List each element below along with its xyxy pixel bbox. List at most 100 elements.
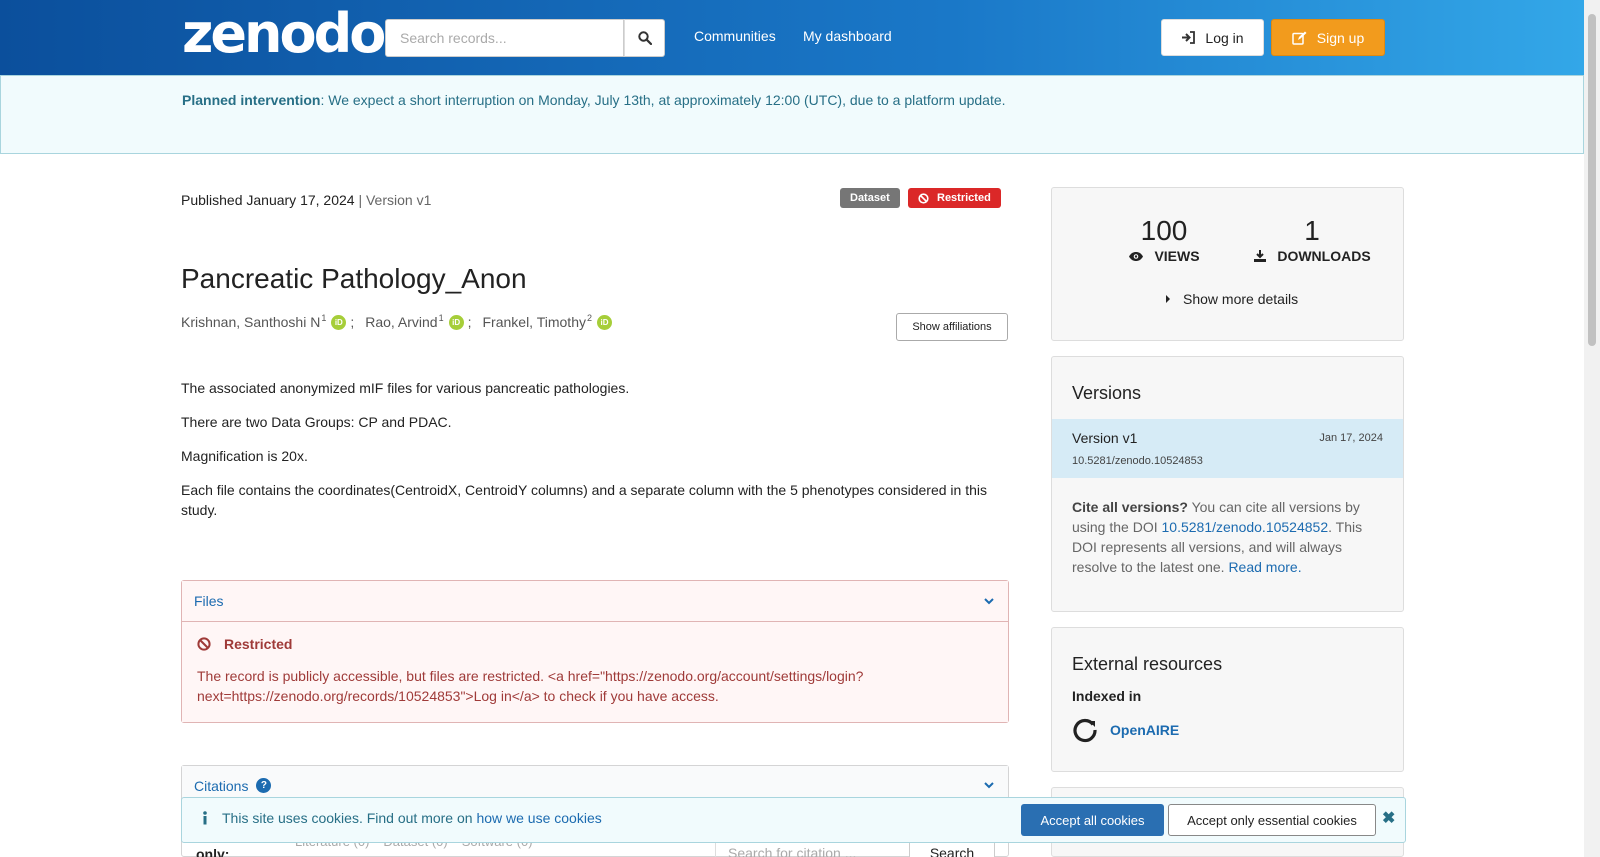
downloads-stat: 1 DOWNLOADS (1242, 216, 1382, 264)
download-icon (1254, 250, 1267, 262)
banner-bold: Planned intervention (182, 92, 321, 108)
show-more-details-toggle[interactable]: Show more details (1165, 291, 1298, 307)
show-more-details-label: Show more details (1183, 291, 1299, 307)
versions-title: Versions (1072, 383, 1142, 403)
show-affiliations-button[interactable]: Show affiliations (896, 313, 1008, 341)
cookie-text: This site uses cookies. Find out more on (222, 810, 477, 826)
downloads-count: 1 (1304, 215, 1320, 246)
author-separator: ; (350, 314, 355, 330)
ban-icon (918, 192, 929, 204)
files-accordion-header[interactable]: Files (182, 581, 1008, 622)
openaire-link[interactable]: OpenAIRE (1110, 722, 1179, 738)
stats-card: 100 VIEWS 1 DOWNLOADS Show more details (1051, 187, 1404, 341)
version-item[interactable]: Version v1 Jan 17, 2024 10.5281/zenodo.1… (1052, 419, 1403, 478)
cite-all-bold: Cite all versions? (1072, 499, 1188, 515)
ban-icon (197, 637, 211, 651)
banner-message: Planned intervention: We expect a short … (182, 92, 1006, 108)
author-item[interactable]: Rao, Arvind 1 iD (365, 313, 467, 330)
citations-filter-label: only: (196, 846, 230, 857)
author-item[interactable]: Krishnan, Santhoshi N 1 iD (181, 313, 350, 330)
eye-icon (1129, 251, 1144, 261)
files-title: Files (194, 593, 224, 609)
description-paragraph: Each file contains the coordinates(Centr… (181, 482, 987, 518)
author-separator: ; (467, 314, 472, 330)
question-circle-icon[interactable]: ? (256, 778, 272, 793)
openaire-item: OpenAIRE (1072, 717, 1179, 743)
chevron-down-icon (984, 782, 994, 789)
affiliation-number: 1 (321, 313, 327, 323)
restricted-text: The record is publicly accessible, but f… (197, 668, 864, 704)
close-icon[interactable]: ✖ (1382, 808, 1395, 828)
top-header: zenodo Communities My dashboard Log in S… (0, 0, 1584, 75)
search-input[interactable] (385, 19, 624, 57)
versions-card: Versions Version v1 Jan 17, 2024 10.5281… (1051, 356, 1404, 612)
cookie-banner: This site uses cookies. Find out more on… (181, 797, 1406, 843)
restricted-label: Restricted (224, 636, 293, 652)
description-paragraph: The associated anonymized mIF files for … (181, 380, 630, 396)
banner-text: : We expect a short interruption on Mond… (320, 92, 1006, 108)
creators-list: Krishnan, Santhoshi N 1 iD; Rao, Arvind 1 iD… (181, 313, 617, 330)
affiliation-number: 2 (586, 313, 592, 323)
search-button[interactable] (624, 19, 665, 57)
concept-doi-link[interactable]: 10.5281/zenodo.10524852 (1162, 519, 1329, 535)
chevron-down-icon (984, 597, 994, 604)
info-icon (203, 811, 207, 825)
orcid-icon[interactable]: iD (597, 314, 612, 330)
version-date: Jan 17, 2024 (1319, 432, 1383, 444)
orcid-icon[interactable]: iD (331, 314, 347, 330)
downloads-label: DOWNLOADS (1277, 248, 1371, 264)
description-paragraph: Magnification is 20x. (181, 448, 308, 464)
record-title: Pancreatic Pathology_Anon (181, 263, 527, 294)
edit-icon (1292, 31, 1307, 45)
indexed-in-label: Indexed in (1072, 688, 1142, 704)
views-stat: 100 VIEWS (1114, 216, 1214, 264)
author-name[interactable]: Rao, Arvind (365, 314, 437, 330)
citations-title-wrap: Citations ? (194, 777, 272, 794)
orcid-icon[interactable]: iD (448, 314, 464, 330)
caret-right-icon (1166, 295, 1170, 303)
citations-title: Citations (194, 777, 249, 794)
description-paragraph: There are two Data Groups: CP and PDAC. (181, 414, 452, 430)
views-count: 100 (1140, 215, 1188, 246)
openaire-logo-icon (1073, 718, 1097, 743)
files-panel: Files Restricted The record is publicly … (181, 580, 1009, 723)
login-button[interactable]: Log in (1161, 19, 1264, 56)
author-name[interactable]: Krishnan, Santhoshi N (181, 314, 320, 330)
record-description: The associated anonymized mIF files for … (181, 378, 1011, 534)
affiliation-number: 1 (438, 313, 444, 323)
cookie-policy-link[interactable]: how we use cookies (476, 810, 601, 826)
signup-label: Sign up (1316, 29, 1365, 46)
external-resources-title: External resources (1072, 654, 1223, 674)
search-icon (637, 31, 652, 45)
author-item[interactable]: Frankel, Timothy 2 iD (483, 313, 617, 330)
version-label: | Version v1 (358, 192, 432, 208)
published-date: Published January 17, 2024 (181, 192, 355, 208)
restricted-header: Restricted (197, 636, 993, 652)
read-more-link[interactable]: Read more. (1228, 559, 1301, 575)
cite-all-versions: Cite all versions? You can cite all vers… (1072, 497, 1387, 577)
scrollbar-thumb[interactable] (1588, 14, 1596, 346)
signup-button[interactable]: Sign up (1271, 19, 1385, 56)
downloads-label-wrap: DOWNLOADS (1242, 248, 1382, 264)
nav-communities[interactable]: Communities (694, 28, 776, 44)
nav-my-dashboard[interactable]: My dashboard (803, 28, 892, 44)
accept-essential-cookies-button[interactable]: Accept only essential cookies (1168, 804, 1376, 836)
external-resources-card: External resources Indexed in OpenAIRE (1051, 627, 1404, 772)
version-name[interactable]: Version v1 (1072, 430, 1137, 446)
sign-in-icon (1182, 31, 1196, 44)
views-label: VIEWS (1154, 248, 1200, 264)
files-restricted-message: Restricted The record is publicly access… (182, 622, 1008, 722)
planned-intervention-banner: Planned intervention: We expect a short … (0, 75, 1584, 154)
access-status-badge: Restricted (908, 188, 1001, 208)
page-scrollbar[interactable] (1584, 0, 1600, 857)
cookie-message: This site uses cookies. Find out more on… (202, 810, 602, 826)
publication-info: Published January 17, 2024 | Version v1 (181, 192, 431, 208)
zenodo-logo[interactable]: zenodo (182, 6, 386, 62)
search-bar (385, 19, 665, 57)
login-label: Log in (1205, 29, 1244, 46)
access-status-label: Restricted (937, 192, 991, 204)
views-label-wrap: VIEWS (1114, 248, 1214, 264)
resource-type-badge: Dataset (840, 188, 900, 208)
accept-all-cookies-button[interactable]: Accept all cookies (1021, 804, 1164, 836)
author-name[interactable]: Frankel, Timothy (483, 314, 586, 330)
